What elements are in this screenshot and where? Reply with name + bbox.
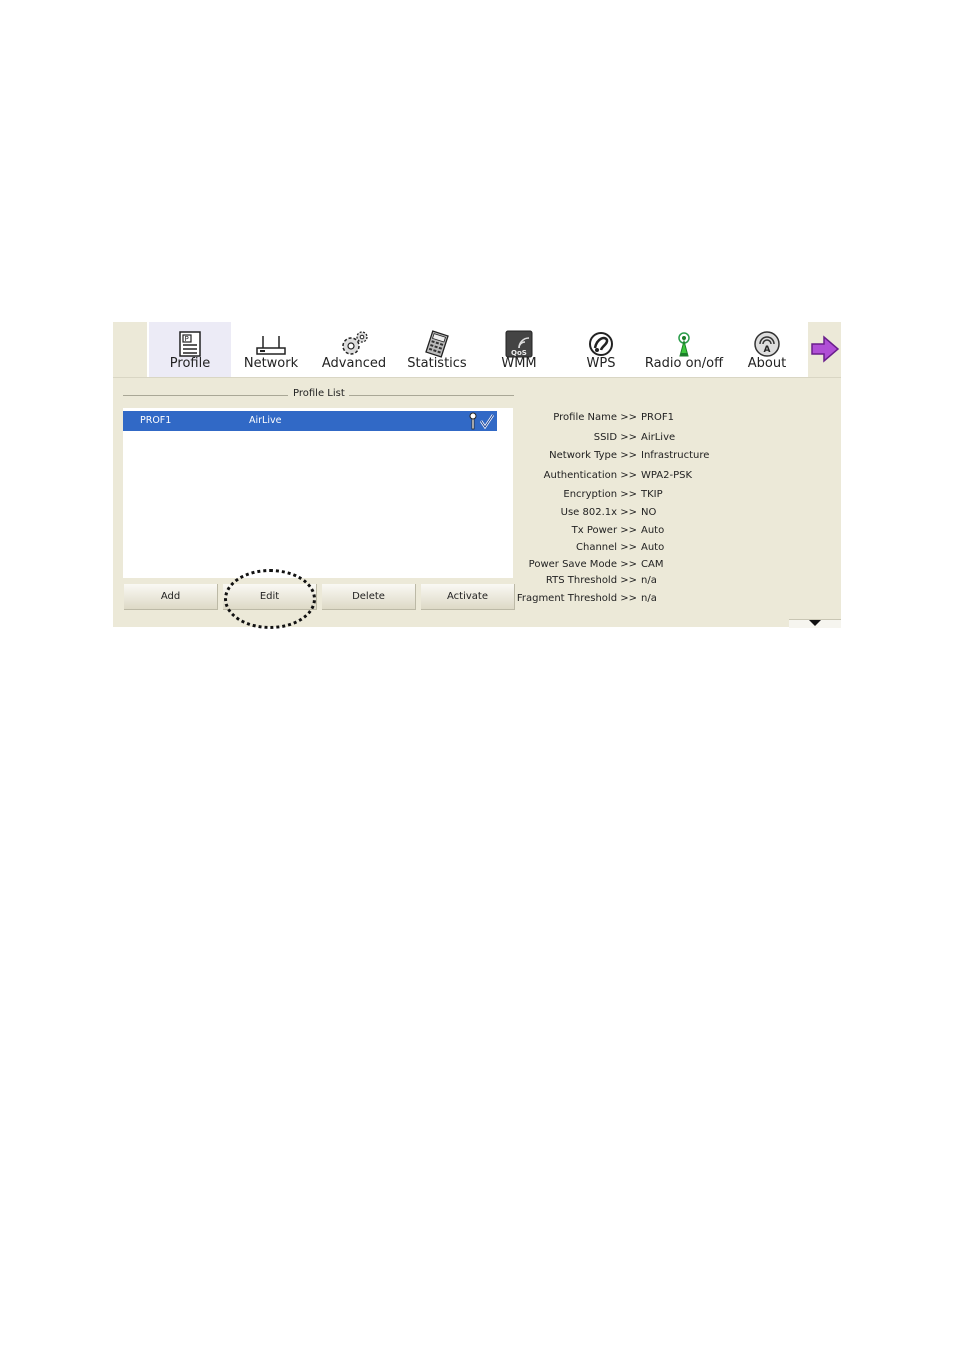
svg-text:A: A bbox=[764, 345, 771, 355]
tab-network[interactable]: Network bbox=[231, 322, 311, 377]
wps-icon bbox=[589, 332, 613, 356]
tab-advanced-label: Advanced bbox=[321, 356, 387, 371]
delete-button[interactable]: Delete bbox=[322, 584, 416, 610]
profile-name-cell: PROF1 bbox=[140, 415, 172, 426]
tab-profile[interactable]: P Profile bbox=[149, 322, 231, 377]
radio-antenna-icon bbox=[678, 332, 690, 357]
gears-icon bbox=[342, 331, 368, 355]
key-check-icon bbox=[469, 412, 495, 430]
group-line-right bbox=[349, 395, 514, 396]
tab-wps-label: WPS bbox=[586, 356, 616, 371]
profile-icon: P bbox=[179, 331, 201, 357]
tab-wmm[interactable]: QoS WMM bbox=[479, 322, 559, 377]
add-button[interactable]: Add bbox=[124, 584, 218, 610]
tab-profile-label: Profile bbox=[169, 356, 211, 371]
qos-icon: QoS bbox=[505, 330, 533, 358]
router-icon bbox=[256, 336, 286, 355]
group-line-left bbox=[123, 395, 288, 396]
toolbar: P Profile Network Advanced Statistics Qo… bbox=[113, 322, 841, 377]
activate-button[interactable]: Activate bbox=[421, 584, 515, 610]
tab-about[interactable]: A About bbox=[727, 322, 807, 377]
calculator-icon bbox=[425, 330, 449, 358]
toolbar-left-edge bbox=[113, 322, 147, 377]
right-arrow-icon bbox=[811, 335, 840, 363]
chevron-down-icon bbox=[809, 620, 821, 626]
expand-button[interactable] bbox=[789, 619, 841, 628]
next-page-button[interactable] bbox=[808, 322, 841, 377]
table-row[interactable]: PROF1 AirLive bbox=[123, 411, 497, 431]
tab-about-label: About bbox=[747, 356, 787, 371]
wireless-utility-window: P Profile Network Advanced Statistics Qo… bbox=[113, 322, 841, 629]
tab-radio-on-off[interactable]: Radio on/off bbox=[641, 322, 727, 377]
highlight-circle bbox=[224, 569, 316, 629]
toolbar-separator bbox=[113, 377, 841, 378]
tab-statistics-label: Statistics bbox=[407, 356, 467, 371]
profile-list-legend: Profile List bbox=[289, 388, 349, 399]
tab-wmm-label: WMM bbox=[501, 356, 537, 371]
svg-text:P: P bbox=[185, 335, 189, 343]
tab-advanced[interactable]: Advanced bbox=[313, 322, 395, 377]
profile-list[interactable]: PROF1 AirLive bbox=[123, 408, 513, 578]
about-icon: A bbox=[754, 331, 780, 357]
tab-wps[interactable]: WPS bbox=[561, 322, 641, 377]
profile-ssid-cell: AirLive bbox=[249, 415, 282, 426]
tab-network-label: Network bbox=[243, 356, 299, 371]
tab-radio-on-off-label: Radio on/off bbox=[644, 356, 724, 371]
tab-statistics[interactable]: Statistics bbox=[397, 322, 477, 377]
